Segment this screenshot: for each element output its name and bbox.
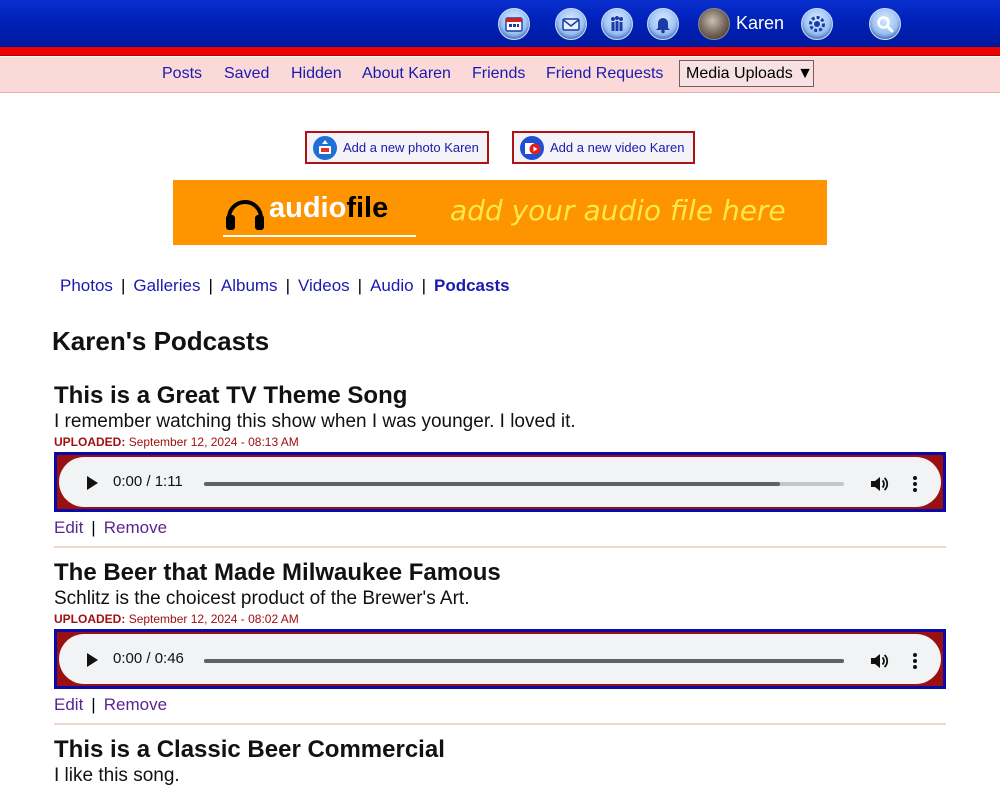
nav-friend-requests[interactable]: Friend Requests [546,65,663,83]
remove-link[interactable]: Remove [104,518,167,537]
add-photo-label: Add a new photo Karen [343,140,479,155]
remove-link[interactable]: Remove [104,695,167,714]
upload-video-icon [520,135,544,160]
podcast-item: This is a Classic Beer Commercial I like… [54,736,946,787]
profile-nav: Posts Saved Hidden About Karen Friends F… [0,57,1000,93]
edit-link[interactable]: Edit [54,518,83,537]
podcast-item: This is a Great TV Theme Song I remember… [54,382,946,539]
play-icon[interactable] [87,476,98,490]
podcast-uploaded: UPLOADED: September 12, 2024 - 08:13 AM [54,434,946,450]
audio-player-frame: 0:00 / 0:46 [57,632,943,686]
nav-friends[interactable]: Friends [472,65,525,83]
groups-icon[interactable] [601,8,633,40]
username[interactable]: Karen [736,13,784,34]
audio-controls: 0:00 / 0:46 [59,634,941,684]
podcast-title: The Beer that Made Milwaukee Famous [54,559,501,586]
nav-posts[interactable]: Posts [162,65,202,83]
subnav-photos[interactable]: Photos [60,276,113,295]
audio-progress-track[interactable] [204,482,844,486]
uploaded-date: September 12, 2024 - 08:13 AM [128,435,299,449]
brand-audio: audio [269,192,347,224]
podcast-description: I remember watching this show when I was… [54,411,576,432]
actions-separator: | [91,518,96,537]
avatar[interactable] [698,8,730,40]
search-icon[interactable] [869,8,901,40]
subnav-videos[interactable]: Videos [298,276,350,295]
media-subnav: Photos | Galleries | Albums | Videos | Audio | Pod… [60,276,510,296]
calendar-icon[interactable] [498,8,530,40]
upload-photo-icon [313,135,337,160]
subnav-separator: | [120,276,126,295]
podcast-actions: Edit | Remove [54,517,946,539]
uploaded-label: UPLOADED: [54,435,126,449]
podcast-title: This is a Classic Beer Commercial [54,736,445,763]
nav-about[interactable]: About Karen [362,65,451,83]
audiofile-banner[interactable]: audiofile add your audio file here [173,180,827,245]
play-icon[interactable] [87,653,98,667]
volume-icon[interactable] [869,651,889,671]
add-video-label: Add a new video Karen [550,140,685,155]
audio-time: 0:00 / 1:11 [113,473,183,490]
brand-underline [223,235,416,237]
podcast-actions: Edit | Remove [54,694,946,716]
subnav-audio[interactable]: Audio [370,276,413,295]
podcast-divider [54,723,946,725]
subnav-galleries[interactable]: Galleries [133,276,200,295]
audio-controls: 0:00 / 1:11 [59,457,941,507]
podcast-description: Schlitz is the choicest product of the B… [54,588,470,609]
settings-icon[interactable] [801,8,833,40]
uploaded-date: September 12, 2024 - 08:02 AM [128,612,299,626]
more-options-icon[interactable] [912,651,918,671]
audio-player-frame: 0:00 / 1:11 [57,455,943,509]
audio-buffered-fill [204,659,844,663]
subnav-albums[interactable]: Albums [221,276,278,295]
banner-tagline: add your audio file here [450,194,786,227]
edit-link[interactable]: Edit [54,695,83,714]
page-title: Karen's Podcasts [52,326,270,356]
media-uploads-dropdown[interactable]: Media Uploads ▼ [679,60,814,87]
podcast-description: I like this song. [54,765,180,786]
podcast-uploaded: UPLOADED: September 12, 2024 - 08:02 AM [54,611,946,627]
nav-saved[interactable]: Saved [224,65,269,83]
nav-hidden[interactable]: Hidden [291,65,342,83]
brand-file: file [346,192,389,224]
actions-separator: | [91,695,96,714]
subnav-separator: | [357,276,363,295]
subnav-separator: | [421,276,426,295]
audio-time: 0:00 / 0:46 [113,650,184,667]
audio-player: 0:00 / 1:11 [54,452,946,512]
subnav-separator: | [285,276,290,295]
top-header-bar: Karen [0,0,1000,47]
bell-icon[interactable] [647,8,679,40]
uploaded-label: UPLOADED: [54,612,126,626]
more-options-icon[interactable] [912,474,918,494]
add-photo-button[interactable]: Add a new photo Karen [305,131,489,164]
audio-player: 0:00 / 0:46 [54,629,946,689]
headphones-icon [226,200,264,230]
banner-brand: audiofile [269,192,388,225]
podcast-title: This is a Great TV Theme Song [54,382,408,409]
volume-icon[interactable] [869,474,889,494]
mail-icon[interactable] [555,8,587,40]
add-video-button[interactable]: Add a new video Karen [512,131,695,164]
podcast-divider [54,546,946,548]
header-red-stripe [0,47,1000,56]
audio-progress-track[interactable] [204,659,844,663]
subnav-separator: | [208,276,213,295]
audio-buffered-fill [204,482,780,486]
subnav-podcasts[interactable]: Podcasts [434,276,510,295]
podcast-item: The Beer that Made Milwaukee Famous Schl… [54,559,946,716]
